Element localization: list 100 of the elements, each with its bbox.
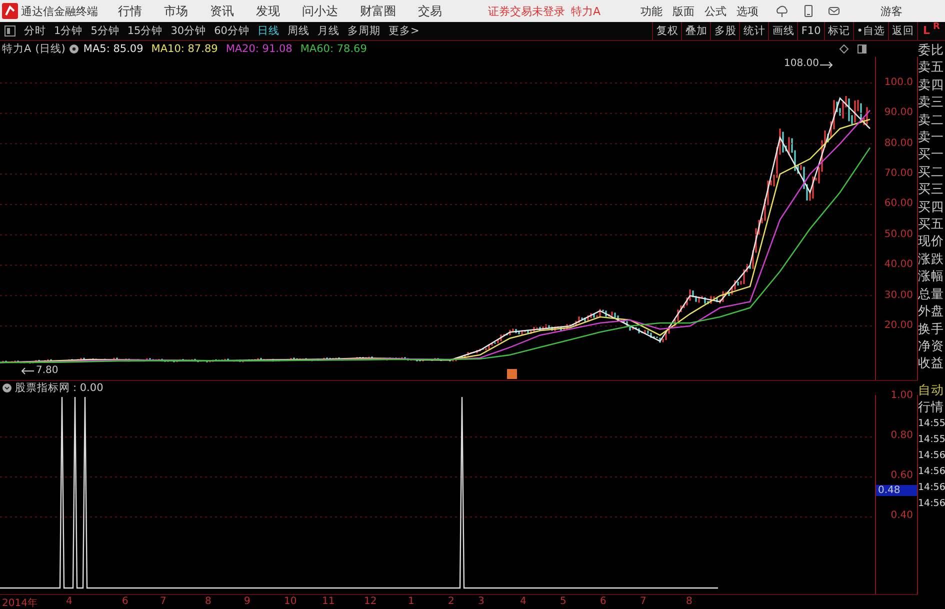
mode-label[interactable]: 行情	[918, 398, 945, 416]
quote-label: 外盘	[918, 302, 945, 320]
period-tab[interactable]: 60分钟	[210, 22, 254, 40]
menu-item[interactable]: 财富圈	[360, 2, 396, 20]
period-label: (日线)	[35, 42, 66, 56]
quote-label: 买一	[918, 145, 945, 163]
toolbar-button[interactable]: •自选	[852, 22, 888, 40]
toolbar-button[interactable]: 标记	[824, 22, 853, 40]
toolbar-button[interactable]: 返回	[888, 22, 917, 40]
trade-time: 14:55	[918, 416, 945, 431]
period-tab[interactable]: 月线	[314, 22, 344, 40]
axis-label: 0.80	[890, 430, 913, 441]
axis-label: 30.00	[884, 290, 913, 301]
menu-item[interactable]: 发现	[256, 2, 280, 20]
menu-item[interactable]: 行情	[118, 2, 142, 20]
toolbar-button[interactable]: 画线	[768, 22, 798, 40]
axis-label: 60.00	[884, 198, 913, 210]
axis-label: 90.00	[884, 107, 913, 118]
quote-label: 买四	[918, 198, 945, 216]
menu-item[interactable]: 功能	[640, 4, 663, 18]
axis-label: 0.40	[890, 510, 913, 521]
axis-label: 2	[448, 596, 454, 607]
user-label[interactable]: 游客	[880, 4, 903, 18]
trade-time: 14:56	[918, 448, 945, 463]
toolbar-button[interactable]: 统计	[739, 22, 768, 40]
axis-label: 2014年	[2, 596, 38, 609]
moving-average-value: : 78.69	[330, 42, 367, 55]
period-tab[interactable]: 5分钟	[86, 22, 124, 40]
mail-icon[interactable]	[826, 4, 841, 18]
period-tab[interactable]: 周线	[284, 22, 314, 40]
menu-item[interactable]: 市场	[164, 2, 188, 20]
trade-time: 14:56	[918, 496, 945, 511]
menu-item[interactable]: 交易	[418, 2, 442, 20]
series-name: MA20	[226, 42, 256, 55]
trade-time: 14:56	[918, 480, 945, 495]
menu-item[interactable]: 公式	[704, 4, 727, 18]
menu-item[interactable]: 资讯	[210, 2, 234, 20]
toolbar-button[interactable]: 多股	[710, 22, 740, 40]
period-tab[interactable]: 30分钟	[166, 22, 210, 40]
quote-label: 换手	[918, 320, 945, 337]
quote-label: 涨跌	[918, 250, 945, 268]
quote-label: 净资	[918, 336, 945, 354]
corner-label: L	[923, 23, 930, 39]
quote-label: 卖五	[918, 58, 945, 76]
stock-title: 特力A	[2, 42, 32, 56]
quote-label: 卖三	[918, 93, 945, 111]
mode-label[interactable]: 自动	[918, 380, 945, 398]
axis-label: 4	[520, 596, 526, 607]
app-title: 通达信金融终端	[21, 4, 98, 18]
series-name: MA5	[83, 42, 106, 55]
trade-time: 14:55	[918, 432, 945, 447]
quote-label: 买二	[918, 162, 945, 180]
axis-label: 100.0	[884, 76, 913, 88]
period-tab[interactable]: 分时	[20, 22, 50, 40]
cloud-icon[interactable]	[774, 4, 789, 18]
axis-label: 7	[640, 596, 646, 607]
period-tab[interactable]: 更多>	[384, 22, 424, 40]
stock-name: 特力A	[571, 4, 601, 18]
toolbar-button[interactable]: F10	[797, 22, 824, 40]
period-tab[interactable]: 1分钟	[50, 22, 87, 40]
app-logo-icon	[2, 3, 18, 19]
axis-label: 4	[66, 596, 72, 607]
diamond-icon[interactable]	[839, 44, 849, 54]
moving-average-value: : 85.09	[106, 42, 144, 55]
trade-time: 14:56	[918, 464, 945, 479]
toolbar-button[interactable]: 叠加	[681, 22, 710, 40]
axis-label: 1.00	[890, 390, 913, 401]
arrow-icon	[820, 61, 833, 68]
panel-icon[interactable]	[4, 25, 16, 37]
quote-label: 总量	[918, 284, 945, 302]
axis-label: 70.00	[884, 168, 913, 180]
axis-label: 5	[560, 596, 566, 607]
menu-item[interactable]: 选项	[736, 4, 759, 18]
login-status: 证券交易未登录	[488, 4, 565, 18]
period-tab[interactable]: 日线	[254, 22, 284, 40]
menu-item[interactable]: 问小达	[302, 2, 338, 20]
axis-label: 50.00	[884, 228, 913, 240]
axis-label: 6	[600, 596, 606, 607]
arrow-icon	[21, 367, 34, 374]
quote-label: 买三	[918, 180, 945, 198]
axis-label: 0.60	[890, 470, 913, 481]
indicator-name: 股票指标网	[15, 380, 70, 395]
event-marker-icon[interactable]	[507, 368, 517, 379]
period-tab[interactable]: 多周期	[344, 22, 384, 40]
axis-label: 12	[364, 596, 377, 607]
quote-label: 卖四	[918, 76, 945, 94]
panel-icon[interactable]	[857, 44, 867, 54]
quote-label: 卖一	[918, 128, 945, 146]
quote-label: 现价	[918, 232, 945, 250]
quote-label: 收益	[918, 354, 945, 372]
quote-label: 委比	[918, 41, 945, 58]
corner-label: R	[933, 22, 940, 32]
toolbar-button[interactable]: 复权	[652, 22, 682, 40]
axis-label: 80.00	[884, 138, 913, 149]
series-name: MA10	[151, 42, 181, 55]
axis-label: 8	[205, 596, 212, 607]
period-tab[interactable]: 15分钟	[123, 22, 167, 40]
axis-label: 9	[244, 596, 250, 607]
series-name: MA60	[300, 42, 330, 55]
menu-item[interactable]: 版面	[672, 4, 695, 18]
